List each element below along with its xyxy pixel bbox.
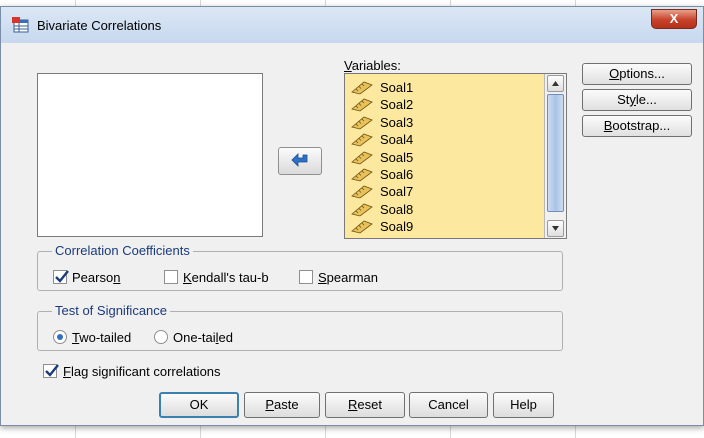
- checkmark-icon: [55, 270, 69, 283]
- style-button[interactable]: Style...: [582, 89, 692, 111]
- two-tailed-radio[interactable]: [53, 330, 67, 344]
- test-of-significance-group: Test of Significance Two-tailed One-tail…: [37, 303, 563, 351]
- variable-name: Soal2: [380, 97, 414, 113]
- checkmark-icon: [45, 364, 59, 377]
- scale-ruler-icon: [351, 116, 373, 130]
- paste-label-rest: aste: [274, 397, 299, 412]
- cancel-label: Cancel: [428, 397, 469, 412]
- pearson-checkbox[interactable]: [53, 270, 69, 284]
- reset-button[interactable]: Reset: [325, 392, 405, 418]
- scroll-thumb[interactable]: [547, 94, 564, 212]
- close-icon: X: [669, 11, 679, 26]
- reset-label-rest: eset: [357, 397, 382, 412]
- variable-name: Soal7: [380, 184, 414, 200]
- variables-label: Variables:: [344, 58, 401, 73]
- scroll-up-icon: [552, 81, 559, 86]
- one-tailed-radio[interactable]: [154, 330, 168, 344]
- scale-ruler-icon: [351, 185, 373, 199]
- variables-label-rest: ariables:: [351, 58, 401, 73]
- correlation-table-icon: [12, 17, 30, 33]
- variables-list[interactable]: Soal1 Soal2 Soal3 Soal4 Soal5 Soal6 Soal7 Soal8…: [344, 73, 567, 239]
- window-title: Bivariate Correlations: [37, 18, 162, 33]
- variable-name: Soal3: [380, 114, 414, 130]
- scale-ruler-icon: [351, 98, 373, 112]
- two-tailed-label-rest: wo-tailed: [79, 330, 132, 345]
- scale-ruler-icon: [351, 151, 373, 165]
- source-variable-list[interactable]: [37, 73, 263, 237]
- one-tailed-label[interactable]: One-tailed: [173, 330, 233, 345]
- scroll-up-button[interactable]: [547, 75, 564, 92]
- spearman-label-rest: pearman: [326, 270, 378, 285]
- scale-ruler-icon: [351, 133, 373, 147]
- variable-name: Soal5: [380, 149, 414, 165]
- scroll-down-button[interactable]: [547, 220, 564, 237]
- ok-label: OK: [189, 397, 209, 412]
- one-tailed-label-b: ed: [218, 330, 233, 345]
- scale-ruler-icon: [351, 81, 373, 95]
- variables-scrollbar[interactable]: [544, 74, 566, 238]
- flag-significant-label[interactable]: Flag significant correlations: [63, 364, 221, 379]
- radio-selected-dot: [57, 334, 63, 340]
- spearman-label[interactable]: Spearman: [318, 270, 378, 285]
- bivariate-correlations-dialog: Bivariate Correlations X Variables: Soal…: [0, 6, 704, 426]
- flag-significant-checkbox[interactable]: [43, 364, 59, 378]
- bootstrap-button[interactable]: Bootstrap...: [582, 115, 692, 137]
- help-button[interactable]: Help: [493, 392, 554, 418]
- style-label-b: le...: [635, 92, 657, 107]
- kendall-checkbox[interactable]: [164, 270, 178, 284]
- correlation-coefficients-group: Correlation Coefficients Pearson Kendall…: [37, 243, 563, 291]
- kendall-label[interactable]: Kendall's tau-b: [183, 270, 269, 285]
- close-button[interactable]: X: [651, 9, 697, 29]
- spearman-checkbox[interactable]: [299, 270, 313, 284]
- correlation-coefficients-legend: Correlation Coefficients: [52, 243, 193, 258]
- options-label: ptions...: [619, 66, 665, 81]
- ok-button[interactable]: OK: [159, 392, 239, 418]
- variable-name: Soal8: [380, 201, 414, 217]
- scale-ruler-icon: [351, 203, 373, 217]
- arrow-left-icon: [291, 153, 308, 167]
- scroll-down-icon: [552, 226, 559, 231]
- kendall-label-rest: endall's tau-b: [191, 270, 269, 285]
- test-of-significance-legend: Test of Significance: [52, 303, 171, 318]
- pearson-label-a: Pearso: [72, 270, 114, 285]
- bootstrap-label: ootstrap...: [612, 118, 671, 133]
- title-bar[interactable]: Bivariate Correlations X: [1, 7, 703, 43]
- variable-name: Soal4: [380, 132, 414, 148]
- one-tailed-label-a: One-tai: [173, 330, 216, 345]
- paste-button[interactable]: Paste: [244, 392, 320, 418]
- cancel-button[interactable]: Cancel: [409, 392, 488, 418]
- scale-ruler-icon: [351, 168, 373, 182]
- scale-ruler-icon: [351, 220, 373, 234]
- flag-significant-label-rest: lag significant correlations: [70, 364, 221, 379]
- variable-name: Soal6: [380, 167, 414, 182]
- pearson-label[interactable]: Pearson: [72, 270, 120, 285]
- help-label: Help: [510, 397, 537, 412]
- two-tailed-label[interactable]: Two-tailed: [72, 330, 131, 345]
- variable-name: Soal1: [380, 80, 414, 95]
- move-variable-button[interactable]: [278, 147, 322, 175]
- variable-name: Soal9: [380, 219, 414, 235]
- options-button[interactable]: Options...: [582, 63, 692, 85]
- style-label-a: St: [617, 92, 630, 107]
